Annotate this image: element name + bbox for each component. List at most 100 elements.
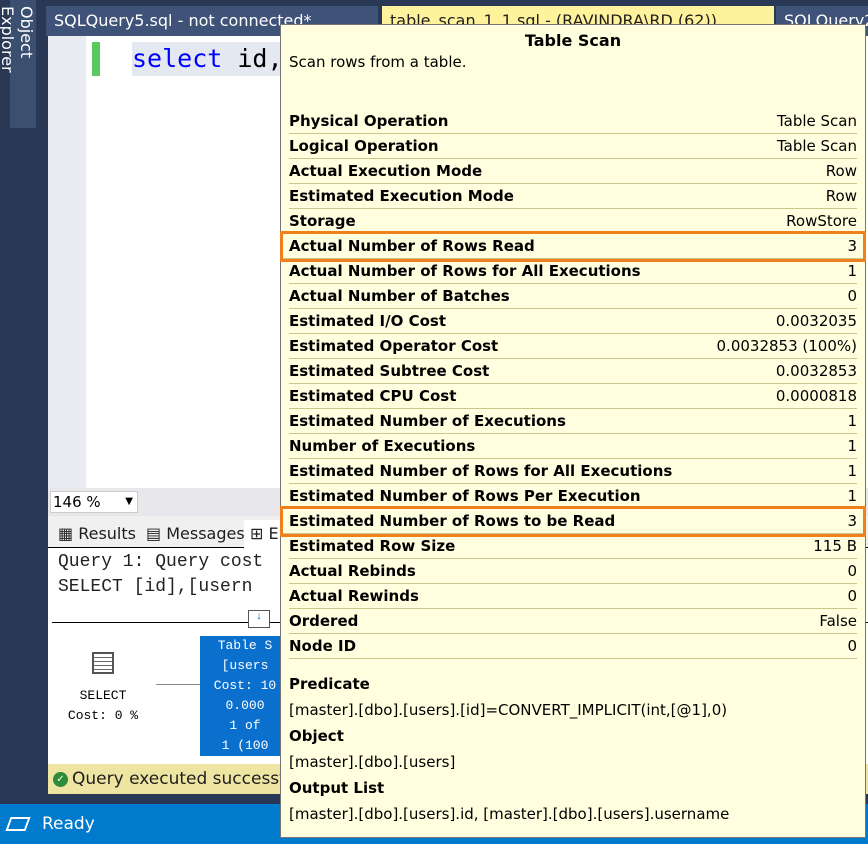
property-row: Logical Operation Table Scan <box>289 134 857 159</box>
property-name: Estimated Execution Mode <box>289 187 514 205</box>
property-name: Actual Number of Batches <box>289 287 510 305</box>
operator-line: Table S <box>217 638 273 653</box>
property-name: Estimated Subtree Cost <box>289 362 490 380</box>
property-name: Actual Rewinds <box>289 587 419 605</box>
property-value: 0.0032035 <box>775 312 857 330</box>
property-name: Actual Execution Mode <box>289 162 483 180</box>
property-name: Estimated Number of Executions <box>289 412 566 430</box>
tab-label: Messages <box>166 524 245 543</box>
property-row: Estimated Subtree Cost 0.0032853 <box>289 359 857 384</box>
property-row: Estimated I/O Cost 0.0032035 <box>289 309 857 334</box>
tooltip-title: Table Scan <box>524 31 622 50</box>
property-name: Estimated Number of Rows Per Execution <box>289 487 641 505</box>
property-row: Estimated Execution Mode Row <box>289 184 857 209</box>
property-name: Estimated I/O Cost <box>289 312 446 330</box>
property-value: 1 <box>847 437 857 455</box>
plan-arrow <box>156 684 200 685</box>
tab-label: E <box>268 524 279 543</box>
property-name: Logical Operation <box>289 137 439 155</box>
property-value: RowStore <box>786 212 857 230</box>
property-row: Estimated Operator Cost 0.0032853 (100%) <box>289 334 857 359</box>
download-icon[interactable]: ↓ <box>248 610 270 628</box>
tab-execution-plan[interactable]: ⊞ E <box>244 520 285 548</box>
select-operator-icon[interactable] <box>92 652 114 674</box>
status-message: Query executed successful <box>72 769 301 789</box>
property-name: Storage <box>289 212 356 230</box>
sql-line: SELECT [id],[usern <box>58 577 253 597</box>
predicate-value: [master].[dbo].[users].[id]=CONVERT_IMPL… <box>289 701 728 719</box>
object-value: [master].[dbo].[users] <box>289 753 456 771</box>
code-line: select id, <box>132 42 291 76</box>
property-value: Table Scan <box>776 112 857 130</box>
editor-gutter <box>48 36 86 488</box>
property-row: Estimated CPU Cost 0.0000818 <box>289 384 857 409</box>
property-value: 3 <box>847 237 857 255</box>
zoom-value: 146 % <box>53 493 101 511</box>
operator-line: Cost: 10 <box>213 678 277 693</box>
property-row: Estimated Number of Executions 1 <box>289 409 857 434</box>
property-value: 3 <box>847 512 857 530</box>
property-row: Ordered False <box>289 609 857 634</box>
property-name: Estimated Row Size <box>289 537 456 555</box>
property-row: Estimated Number of Rows Per Execution 1 <box>289 484 857 509</box>
property-row: Actual Rewinds 0 <box>289 584 857 609</box>
property-value: 115 B <box>813 537 857 555</box>
ready-icon <box>5 817 31 831</box>
property-value: 0.0000818 <box>775 387 857 405</box>
property-name: Actual Number of Rows Read <box>289 237 535 255</box>
property-value: Table Scan <box>776 137 857 155</box>
property-name: Actual Rebinds <box>289 562 416 580</box>
property-value: 1 <box>847 262 857 280</box>
object-label: Object <box>289 727 344 745</box>
chevron-down-icon: ▼ <box>125 496 133 507</box>
tab-results[interactable]: ▦ Results <box>52 520 142 548</box>
output-list-value: [master].[dbo].[users].id, [master].[dbo… <box>289 805 730 823</box>
tab-label: Results <box>78 524 136 543</box>
property-value: 0 <box>847 562 857 580</box>
property-row: Actual Rebinds 0 <box>289 559 857 584</box>
property-list: Physical Operation Table Scan Logical Oper… <box>280 109 866 659</box>
property-value: False <box>819 612 857 630</box>
property-row-highlighted: Actual Number of Rows Read 3 <box>280 231 866 262</box>
property-row-highlighted: Estimated Number of Rows to be Read 3 <box>280 506 866 537</box>
property-value: 0.0032853 (100%) <box>716 337 857 355</box>
plan-icon: ⊞ <box>250 524 269 543</box>
property-value: 0 <box>847 637 857 655</box>
property-row: Storage RowStore <box>289 209 857 234</box>
property-value: Row <box>825 162 857 180</box>
query-cost-line: Query 1: Query cost <box>58 552 264 572</box>
property-value: 0.0032853 <box>775 362 857 380</box>
property-name: Number of Executions <box>289 437 476 455</box>
property-row: Physical Operation Table Scan <box>289 109 857 134</box>
property-value: 1 <box>847 462 857 480</box>
tab-messages[interactable]: ▤ Messages <box>140 520 251 548</box>
tooltip-details: Predicate [master].[dbo].[users].[id]=CO… <box>281 671 865 827</box>
tooltip-description: Scan rows from a table. <box>289 53 467 71</box>
code-text: id, <box>222 44 283 73</box>
property-name: Node ID <box>289 637 357 655</box>
property-value: Row <box>825 187 857 205</box>
grid-icon: ▦ <box>58 524 79 543</box>
property-name: Estimated Number of Rows for All Executi… <box>289 462 673 480</box>
property-name: Estimated CPU Cost <box>289 387 457 405</box>
table-scan-operator[interactable]: Table S [users Cost: 10 0.000 1 of 1 (10… <box>200 636 290 756</box>
property-row: Estimated Row Size 115 B <box>289 534 857 559</box>
check-icon: ✓ <box>53 772 68 787</box>
object-explorer-tab[interactable]: Object Explorer <box>0 0 36 128</box>
property-row: Actual Number of Rows for All Executions… <box>289 259 857 284</box>
property-row: Number of Executions 1 <box>289 434 857 459</box>
messages-icon: ▤ <box>146 524 167 543</box>
operator-line: 1 (100 <box>221 738 269 753</box>
predicate-label: Predicate <box>289 675 370 693</box>
property-name: Actual Number of Rows for All Executions <box>289 262 641 280</box>
status-text: Ready <box>42 814 95 834</box>
operator-line: [users <box>221 658 269 673</box>
property-value: 0 <box>847 287 857 305</box>
property-value: 1 <box>847 412 857 430</box>
output-list-label: Output List <box>289 779 385 797</box>
property-value: 0 <box>847 587 857 605</box>
property-name: Estimated Operator Cost <box>289 337 499 355</box>
zoom-select[interactable]: 146 % ▼ <box>50 491 138 513</box>
operator-name: SELECT <box>79 688 127 703</box>
operator-cost: Cost: 0 % <box>67 708 139 723</box>
